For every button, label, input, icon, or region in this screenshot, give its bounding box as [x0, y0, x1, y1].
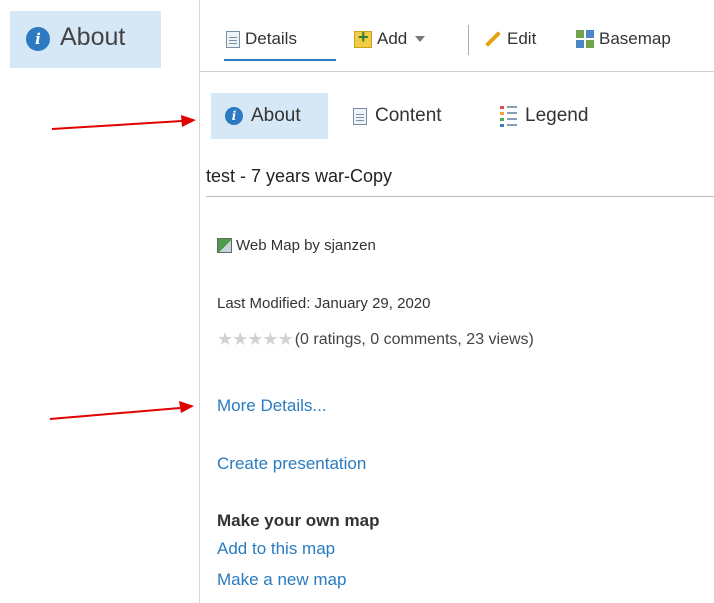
- basemap-grid-icon: [576, 30, 594, 48]
- details-panel: Details Add Edit Basemap i About Content: [199, 0, 714, 603]
- item-type-owner: Web Map by sjanzen: [217, 237, 376, 254]
- ratings-row: ★★★★★ (0 ratings, 0 comments, 23 views): [217, 329, 534, 350]
- subtab-legend[interactable]: Legend: [500, 93, 588, 139]
- add-icon: [354, 27, 372, 48]
- pencil-icon: [485, 31, 501, 47]
- title-divider: [206, 196, 714, 197]
- item-stats: (0 ratings, 0 comments, 23 views): [294, 330, 534, 348]
- subtab-content[interactable]: Content: [353, 93, 442, 139]
- content-icon: [353, 107, 367, 125]
- edit-label: Edit: [507, 29, 537, 48]
- subtab-legend-label: Legend: [525, 105, 589, 126]
- basemap-button[interactable]: Basemap: [576, 24, 671, 54]
- type-owner-text: Web Map by sjanzen: [236, 237, 376, 254]
- item-title: test - 7 years war-Copy: [206, 166, 393, 186]
- legend-icon: [500, 105, 517, 127]
- toolbar-divider: [200, 71, 714, 72]
- last-modified: Last Modified: January 29, 2020: [217, 295, 431, 312]
- details-label: Details: [245, 29, 297, 48]
- add-to-this-map-link[interactable]: Add to this map: [217, 539, 335, 559]
- make-new-map-link[interactable]: Make a new map: [217, 570, 346, 590]
- add-button[interactable]: Add: [354, 24, 426, 54]
- info-icon: i: [225, 107, 243, 125]
- make-map-heading: Make your own map: [217, 511, 380, 530]
- about-button-large[interactable]: i About: [10, 11, 161, 68]
- details-icon: [226, 30, 240, 48]
- annotation-arrow-about: [51, 115, 196, 130]
- basemap-label: Basemap: [599, 29, 671, 48]
- about-label: About: [60, 23, 126, 51]
- edit-button[interactable]: Edit: [484, 24, 536, 54]
- add-label: Add: [377, 29, 408, 48]
- subtab-about-label: About: [251, 105, 301, 126]
- subtab-content-label: Content: [375, 105, 442, 126]
- toolbar-separator: [468, 25, 469, 55]
- more-details-link[interactable]: More Details...: [217, 396, 327, 416]
- create-presentation-link[interactable]: Create presentation: [217, 454, 366, 474]
- subtab-about[interactable]: i About: [211, 93, 328, 139]
- toolbar: Details Add Edit Basemap: [200, 0, 714, 72]
- details-tab[interactable]: Details: [226, 24, 297, 54]
- web-map-icon: [217, 238, 232, 253]
- chevron-down-icon: [415, 36, 426, 42]
- active-tab-indicator: [224, 59, 336, 61]
- annotation-arrow-more-details: [49, 401, 194, 420]
- info-icon: i: [26, 27, 50, 51]
- star-rating[interactable]: ★★★★★: [217, 329, 294, 350]
